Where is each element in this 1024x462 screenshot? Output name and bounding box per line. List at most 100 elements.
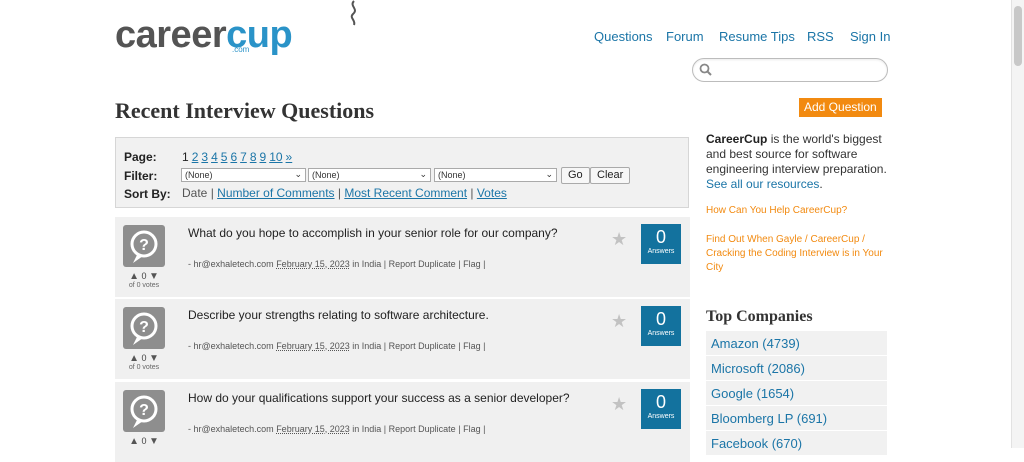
page-3[interactable]: 3 [201,150,208,164]
page-7[interactable]: 7 [240,150,247,164]
logo-wordmark: careercup [115,14,293,56]
search-input[interactable] [717,61,881,79]
page-title: Recent Interview Questions [115,98,375,123]
flag-link[interactable]: Flag [463,259,481,269]
filter-select-1[interactable]: (None) ⌄ [181,168,306,182]
vote-controls: ▲ 0 ▼ [123,271,165,282]
chevron-down-icon: ⌄ [294,169,302,179]
sort-votes[interactable]: Votes [477,186,507,200]
answers-badge[interactable]: 0 Answers [641,389,681,429]
question-meta: - hr@exhaletech.com February 15, 2023 in… [188,341,485,351]
go-button[interactable]: Go [561,167,590,184]
vote-count: 0 [141,436,147,446]
nav-resume-tips[interactable]: Resume Tips [719,29,795,44]
star-icon[interactable]: ★ [611,311,627,332]
report-duplicate-link[interactable]: Report Duplicate [389,424,456,434]
meta-separator: | [483,424,486,434]
page-next[interactable]: » [286,150,293,164]
company-microsoft[interactable]: Microsoft (2086) [706,356,887,381]
sort-date[interactable]: Date [182,186,207,200]
page-scrollbar[interactable] [1011,0,1024,448]
svg-text:?: ? [139,319,149,336]
company-amazon[interactable]: Amazon (4739) [706,331,887,356]
question-link[interactable]: How do your qualifications support your … [188,391,570,405]
page-5[interactable]: 5 [221,150,228,164]
downvote-icon[interactable]: ▼ [149,353,159,364]
answers-badge[interactable]: 0 Answers [641,306,681,346]
help-careercup-link[interactable]: How Can You Help CareerCup? [706,204,886,218]
svg-text:?: ? [139,402,149,419]
question-meta: - hr@exhaletech.com February 15, 2023 in… [188,259,485,269]
meta-separator: | [458,424,461,434]
flag-link[interactable]: Flag [463,424,481,434]
sort-by-label: Sort By: [124,187,171,201]
question-row: ? ▲ 0 ▼ How do your qualifications suppo… [115,382,690,462]
question-link[interactable]: Describe your strengths relating to soft… [188,308,489,322]
answers-count: 0 [655,227,666,247]
page-10[interactable]: 10 [269,150,282,164]
page-9[interactable]: 9 [260,150,267,164]
search-box[interactable] [692,58,888,82]
report-duplicate-link[interactable]: Report Duplicate [389,259,456,269]
top-companies-list: Amazon (4739) Microsoft (2086) Google (1… [706,331,887,456]
question-avatar: ? [123,225,165,267]
filter-select-2[interactable]: (None) ⌄ [308,168,431,182]
sort-options: Date | Number of Comments | Most Recent … [182,186,507,200]
nav-sign-in[interactable]: Sign In [850,29,890,44]
company-facebook[interactable]: Facebook (670) [706,431,887,456]
company-google[interactable]: Google (1654) [706,381,887,406]
clear-button[interactable]: Clear [590,167,631,184]
gayle-events-link[interactable]: Find Out When Gayle / CareerCup / Cracki… [706,233,886,275]
scrollbar-thumb[interactable] [1014,6,1022,66]
nav-rss[interactable]: RSS [807,29,834,44]
star-icon[interactable]: ★ [611,229,627,250]
pagination: 1 2 3 4 5 6 7 8 9 10 » [182,150,295,164]
top-companies-title: Top Companies [706,308,813,325]
meta-separator: | [383,341,387,351]
star-icon[interactable]: ★ [611,394,627,415]
question-location: in India [352,424,382,434]
question-location: in India [352,259,382,269]
question-location: in India [352,341,382,351]
nav-questions[interactable]: Questions [594,29,653,44]
answers-badge[interactable]: 0 Answers [641,224,681,264]
page-2[interactable]: 2 [192,150,199,164]
sort-most-recent-comment[interactable]: Most Recent Comment [344,186,467,200]
question-link[interactable]: What do you hope to accomplish in your s… [188,226,558,240]
question-row: ? ▲ 0 ▼ of 0 votes What do you hope to a… [115,217,690,297]
meta-separator: | [383,424,387,434]
downvote-icon[interactable]: ▼ [149,271,159,282]
filter-label: Filter: [124,169,158,183]
sort-number-of-comments[interactable]: Number of Comments [217,186,334,200]
careercup-blurb: CareerCup is the world's biggest and bes… [706,132,892,192]
company-bloomberg[interactable]: Bloomberg LP (691) [706,406,887,431]
report-duplicate-link[interactable]: Report Duplicate [389,341,456,351]
question-mark-icon: ? [130,230,158,263]
upvote-icon[interactable]: ▲ [129,436,139,447]
add-question-button[interactable]: Add Question [799,98,882,117]
answers-count: 0 [655,309,666,329]
flag-link[interactable]: Flag [463,341,481,351]
see-all-resources-link[interactable]: See all our resources [706,177,819,191]
filter-select-3[interactable]: (None) ⌄ [434,168,557,182]
page-4[interactable]: 4 [211,150,218,164]
of-votes-label: of 0 votes [128,364,160,371]
answers-label: Answers [647,413,675,420]
meta-separator: | [483,259,486,269]
question-mark-icon: ? [130,312,158,345]
nav-forum[interactable]: Forum [666,29,704,44]
upvote-icon[interactable]: ▲ [129,271,139,282]
svg-text:?: ? [139,237,149,254]
question-date: February 15, 2023 [276,341,350,351]
vote-controls: ▲ 0 ▼ [123,436,165,447]
page-8[interactable]: 8 [250,150,257,164]
of-votes-label: of 0 votes [128,282,160,289]
page-6[interactable]: 6 [230,150,237,164]
downvote-icon[interactable]: ▼ [149,436,159,447]
careercup-logo[interactable]: careercup .com [115,0,356,60]
answers-count: 0 [655,392,666,412]
upvote-icon[interactable]: ▲ [129,353,139,364]
logo-dotcom: .com [232,45,250,54]
chevron-down-icon: ⌄ [419,169,427,179]
question-author: - hr@exhaletech.com [188,424,274,434]
